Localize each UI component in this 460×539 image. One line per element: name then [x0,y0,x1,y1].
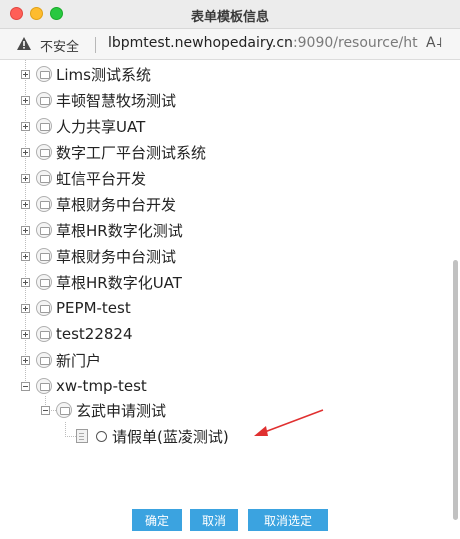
cancel-button[interactable]: 取消 [190,509,238,531]
action-buttons: 确定 取消 取消选定 [0,509,460,531]
clear-selection-button[interactable]: 取消选定 [248,509,328,531]
annotation-arrow [254,409,324,436]
confirm-button[interactable]: 确定 [132,509,182,531]
